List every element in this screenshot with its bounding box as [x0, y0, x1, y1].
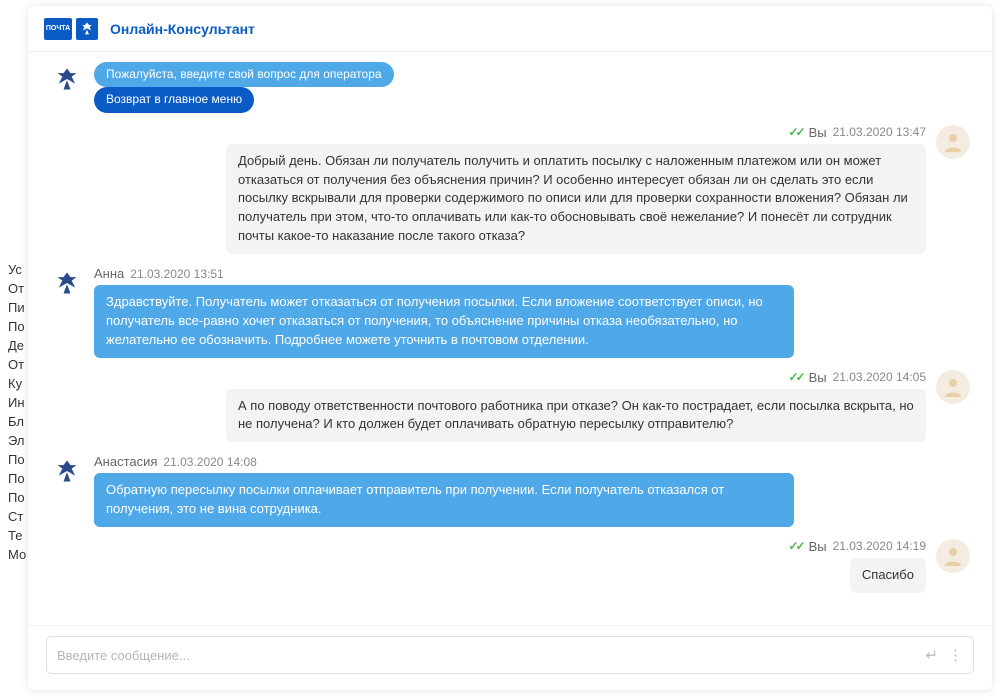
quick-reply-button[interactable]: Возврат в главное меню — [94, 87, 254, 112]
pochta-logo: ПОЧТА — [44, 18, 72, 40]
send-icon[interactable]: ↵ — [925, 646, 938, 664]
message-row: ✓✓ Вы 21.03.2020 13:47 Добрый день. Обязан … — [50, 125, 970, 254]
user-avatar-icon — [936, 539, 970, 573]
message-meta: ✓✓ Вы 21.03.2020 13:47 — [788, 125, 926, 140]
read-checks-icon: ✓✓ — [788, 370, 802, 384]
read-checks-icon: ✓✓ — [788, 539, 802, 553]
message-bubble: Спасибо — [850, 558, 926, 593]
message-row: Анна 21.03.2020 13:51 Здравствуйте. Получа… — [50, 266, 970, 358]
message-author: Анна — [94, 266, 124, 281]
chat-body[interactable]: Пожалуйста, введите свой вопрос для опер… — [28, 52, 992, 625]
more-icon[interactable]: ⋮ — [948, 646, 963, 664]
chat-input-area: ↵ ⋮ — [28, 625, 992, 690]
message-bubble: А по поводу ответственности почтового ра… — [226, 389, 926, 443]
operator-avatar-icon — [50, 454, 84, 488]
message-row: Анастасия 21.03.2020 14:08 Обратную пересы… — [50, 454, 970, 527]
message-author: Анастасия — [94, 454, 157, 469]
quick-reply-button[interactable]: Пожалуйста, введите свой вопрос для опер… — [94, 62, 394, 87]
message-author: Вы — [809, 125, 827, 140]
chat-widget: ПОЧТА Онлайн-Консультант Пожалуйста, вве… — [28, 6, 992, 690]
operator-avatar-icon — [50, 62, 84, 96]
message-row: ✓✓ Вы 21.03.2020 14:19 Спасибо — [50, 539, 970, 593]
chat-title: Онлайн-Консультант — [110, 21, 255, 37]
message-time: 21.03.2020 13:51 — [130, 267, 223, 281]
message-time: 21.03.2020 14:19 — [833, 539, 926, 553]
chat-input[interactable]: ↵ ⋮ — [46, 636, 974, 674]
message-field[interactable] — [57, 648, 925, 663]
read-checks-icon: ✓✓ — [788, 125, 802, 139]
message-bubble: Добрый день. Обязан ли получатель получи… — [226, 144, 926, 254]
message-meta: Анастасия 21.03.2020 14:08 — [94, 454, 794, 469]
chat-header: ПОЧТА Онлайн-Консультант — [28, 6, 992, 52]
message-time: 21.03.2020 14:08 — [163, 455, 256, 469]
message-meta: Анна 21.03.2020 13:51 — [94, 266, 794, 281]
message-time: 21.03.2020 14:05 — [833, 370, 926, 384]
message-time: 21.03.2020 13:47 — [833, 125, 926, 139]
message-meta: ✓✓ Вы 21.03.2020 14:05 — [788, 370, 926, 385]
user-avatar-icon — [936, 125, 970, 159]
message-author: Вы — [809, 370, 827, 385]
message-meta: ✓✓ Вы 21.03.2020 14:19 — [788, 539, 926, 554]
message-row: Пожалуйста, введите свой вопрос для опер… — [50, 62, 970, 113]
eagle-emblem-icon — [76, 18, 98, 40]
message-row: ✓✓ Вы 21.03.2020 14:05 А по поводу ответств… — [50, 370, 970, 443]
message-author: Вы — [809, 539, 827, 554]
user-avatar-icon — [936, 370, 970, 404]
message-bubble: Обратную пересылку посылки оплачивает от… — [94, 473, 794, 527]
operator-avatar-icon — [50, 266, 84, 300]
message-bubble: Здравствуйте. Получатель может отказатьс… — [94, 285, 794, 358]
